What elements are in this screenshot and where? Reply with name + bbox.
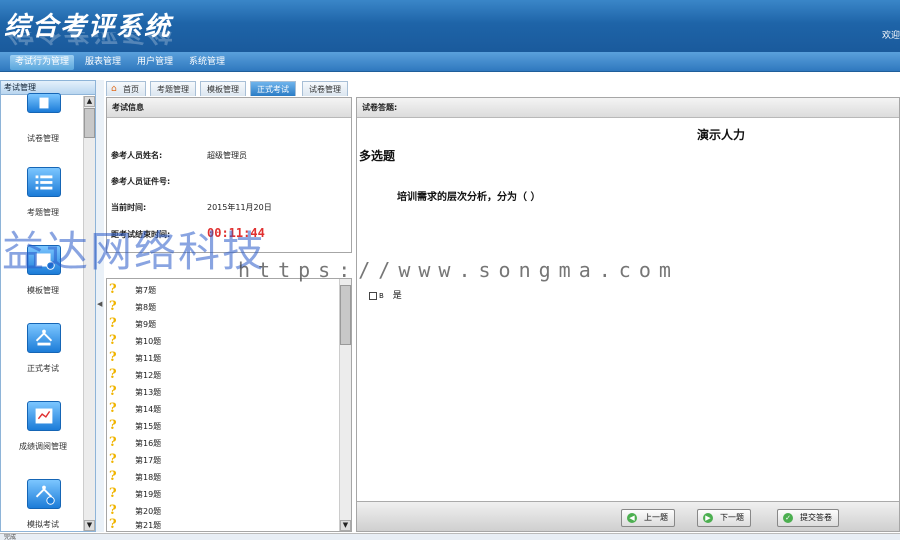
list-item[interactable]: ? 第9题 [107,316,339,333]
question-mark-icon: ? [109,418,117,433]
answer-panel: 试卷答题: 演示人力 多选题 培训需求的层次分析，分为（ ） B 是 ◀ 上一题 … [356,97,900,532]
prev-question-button[interactable]: ◀ 上一题 [621,509,675,527]
tab-question-management[interactable]: 考题管理 [150,81,196,96]
sidebar-item-label: 试卷管理 [27,134,59,143]
sidebar-item-label: 模板管理 [27,286,59,295]
list-item[interactable]: ? 第19题 [107,486,339,503]
list-item[interactable]: ? 第13题 [107,384,339,401]
question-mark-icon: ? [109,435,117,450]
paper-title: 演示人力 [697,128,746,142]
list-item[interactable]: ? 第16题 [107,435,339,452]
sidebar-item-label: 正式考试 [27,364,59,373]
time-label: 当前时间: [111,203,147,212]
question-list-scrollbar[interactable]: ▼ [339,279,351,531]
question-mark-icon: ? [109,486,117,501]
list-icon [27,167,61,197]
list-item[interactable]: ? 第12题 [107,367,339,384]
menu-reports[interactable]: 服表管理 [80,55,126,70]
list-item[interactable]: ? 第7题 [107,282,339,299]
sidebar-item-label: 成绩调阅管理 [19,442,67,451]
scroll-thumb[interactable] [84,108,95,138]
time-value: 2015年11月20日 [207,203,272,212]
status-bar: 完成 [0,533,900,540]
app-header: 综合考评系统 综合考评系统 欢迎 [0,0,900,52]
app-title-reflection: 综合考评系统 [4,32,172,52]
question-mark-icon: ? [109,503,117,518]
menu-users[interactable]: 用户管理 [132,55,178,70]
question-text: 培训需求的层次分析，分为（ ） [397,192,541,203]
sidebar-scrollbar[interactable]: ▲ ▼ [83,96,95,531]
option-text: 是 [392,291,402,301]
list-item[interactable]: ? 第21题 [107,517,339,532]
panel-splitter[interactable]: ◀ [96,80,104,532]
template-icon [27,245,61,275]
option-checkbox[interactable] [369,291,377,300]
document-icon [27,93,61,113]
sidebar-item-score-review[interactable]: 成绩调阅管理 [1,401,85,471]
home-icon: ⌂ [111,84,117,94]
exam-icon [27,323,61,353]
welcome-text: 欢迎 [881,31,900,41]
list-item[interactable]: ? 第14题 [107,401,339,418]
remaining-label: 距考试结束时间: [111,230,171,239]
submit-exam-button[interactable]: ✓ 提交答卷 [777,509,839,527]
sidebar: 考试管理 试卷管理 考题管理 模板管理 正式考试 成绩调阅管理 模拟考试 ▲ ▼ [0,80,96,532]
sidebar-item-label: 模拟考试 [27,520,59,529]
sidebar-item-template-management[interactable]: 模板管理 [1,245,85,315]
name-label: 参考人员姓名: [111,151,163,160]
score-icon [27,401,61,431]
scroll-thumb[interactable] [340,285,351,345]
tab-bar: ⌂ 首页 考题管理 模板管理 正式考试 试卷管理 [106,81,354,96]
list-item[interactable]: ? 第8题 [107,299,339,316]
tab-home[interactable]: ⌂ 首页 [106,81,146,96]
question-mark-icon: ? [109,282,117,297]
question-mark-icon: ? [109,333,117,348]
answer-toolbar: ◀ 上一题 ▶ 下一题 ✓ 提交答卷 [357,501,899,531]
arrow-left-icon: ◀ [627,513,637,523]
tab-formal-exam[interactable]: 正式考试 [250,81,296,96]
check-icon: ✓ [783,513,793,523]
menu-exam-behavior[interactable]: 考试行为管理 [10,55,75,70]
question-list: ? 第7题 ? 第8题 ? 第9题 ? 第10题 ? 第11题 ? 第12题 ? 第13题 ?… [106,278,352,532]
tab-paper-management[interactable]: 试卷管理 [302,81,348,96]
sidebar-item-label: 考题管理 [27,208,59,217]
name-value: 超级管理员 [207,151,247,160]
question-mark-icon: ? [109,316,117,331]
tab-template-management[interactable]: 模板管理 [200,81,246,96]
question-mark-icon: ? [109,367,117,382]
exam-info-panel: 考试信息 参考人员姓名: 超级管理员 参考人员证件号: 当前时间: 2015年1… [106,97,352,253]
list-item[interactable]: ? 第10题 [107,333,339,350]
sidebar-item-question-management[interactable]: 考题管理 [1,167,85,237]
question-mark-icon: ? [109,469,117,484]
question-mark-icon: ? [109,299,117,314]
question-mark-icon: ? [109,384,117,399]
list-item[interactable]: ? 第17题 [107,452,339,469]
question-type: 多选题 [359,149,396,163]
id-label: 参考人员证件号: [111,177,171,186]
scroll-down-icon[interactable]: ▼ [340,520,351,531]
answer-panel-header: 试卷答题: [357,98,899,118]
answer-option[interactable]: B 是 [369,288,402,301]
main-menu: 考试行为管理 服表管理 用户管理 系统管理 [0,52,900,72]
sidebar-item-paper-management[interactable]: 试卷管理 [1,93,85,165]
tab-label: 首页 [123,85,139,94]
list-item[interactable]: ? 第11题 [107,350,339,367]
list-item[interactable]: ? 第15题 [107,418,339,435]
next-question-button[interactable]: ▶ 下一题 [697,509,751,527]
scroll-down-icon[interactable]: ▼ [84,520,95,531]
countdown-timer: 00:11:44 [207,226,265,240]
option-prefix: B [379,292,384,300]
list-item[interactable]: ? 第18题 [107,469,339,486]
sidebar-item-formal-exam[interactable]: 正式考试 [1,323,85,393]
question-mark-icon: ? [109,517,117,532]
exam-info-header: 考试信息 [107,98,351,118]
collapse-left-icon[interactable]: ◀ [97,300,103,314]
question-mark-icon: ? [109,401,117,416]
scroll-up-icon[interactable]: ▲ [84,96,95,107]
question-mark-icon: ? [109,452,117,467]
mock-exam-icon [27,479,61,509]
menu-system[interactable]: 系统管理 [184,55,230,70]
question-mark-icon: ? [109,350,117,365]
arrow-right-icon: ▶ [703,513,713,523]
